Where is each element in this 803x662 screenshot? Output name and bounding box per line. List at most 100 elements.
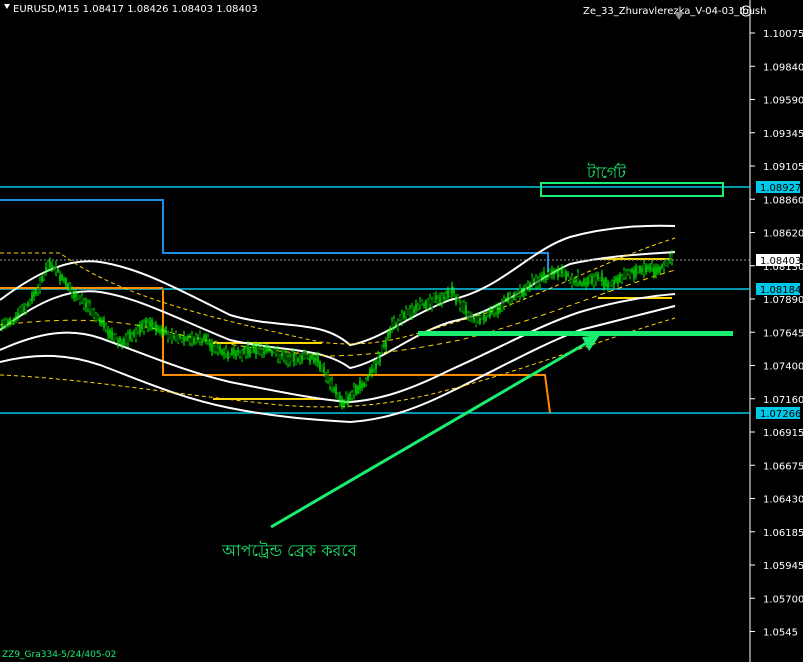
price-tick-label: 1.09105 — [763, 162, 803, 173]
candle-body — [271, 350, 273, 356]
candle-body — [265, 346, 267, 352]
candle-body — [515, 293, 517, 300]
candle-body — [451, 285, 453, 295]
price-tick-label: 1.07645 — [763, 328, 803, 339]
candle-body — [667, 259, 669, 266]
candle-body — [161, 327, 163, 335]
price-tick-label: 1.08860 — [763, 195, 803, 206]
candle-body — [97, 316, 99, 319]
candle-body — [537, 279, 539, 286]
candle-body — [27, 302, 29, 306]
candle-body — [653, 267, 655, 276]
candle-body — [233, 349, 235, 354]
candle-body — [599, 277, 601, 280]
candle-body — [235, 353, 237, 357]
candle-body — [551, 270, 553, 275]
candle-body — [527, 284, 529, 288]
candle-body — [421, 301, 423, 304]
candle-body — [439, 297, 441, 302]
candle-body — [129, 331, 131, 340]
candle-body — [559, 270, 561, 275]
candle-body — [93, 310, 95, 317]
candle-body — [173, 336, 175, 339]
candle-body — [343, 400, 345, 407]
candle-body — [423, 304, 425, 307]
candle-body — [259, 347, 261, 354]
candle-body — [267, 346, 269, 352]
candle-body — [365, 380, 367, 384]
candle-body — [539, 277, 541, 284]
candle-body — [25, 305, 27, 313]
candle-body — [605, 277, 607, 287]
candle-body — [243, 346, 245, 354]
candle-body — [505, 298, 507, 301]
candle-body — [43, 275, 45, 279]
candle-body — [33, 291, 35, 297]
candle-body — [543, 271, 545, 279]
candle-body — [149, 321, 151, 327]
candle-body — [413, 308, 415, 313]
candle-body — [401, 313, 403, 322]
candle-body — [105, 325, 107, 330]
candle-body — [607, 282, 609, 290]
candle-body — [367, 375, 369, 380]
candle-body — [187, 336, 189, 340]
candle-body — [531, 277, 533, 286]
candle-body — [535, 277, 537, 287]
candle-body — [155, 324, 157, 333]
candle-body — [457, 295, 459, 300]
symbol-label: EURUSD,M15 1.08417 1.08426 1.08403 1.084… — [13, 4, 258, 15]
price-chart[interactable]: 1.10075 1.09840 1.09590 1.09345 1.09105 1.088… — [0, 0, 803, 662]
candle-body — [45, 266, 47, 271]
candle-body — [31, 293, 33, 302]
candle-body — [101, 320, 103, 324]
candle-body — [475, 317, 477, 326]
candle-body — [61, 274, 63, 281]
candle-body — [389, 329, 391, 335]
candle-body — [511, 297, 513, 301]
candle-body — [163, 330, 165, 333]
price-tick-label: 1.06675 — [763, 461, 803, 472]
candle-body — [85, 302, 87, 308]
candle-body — [391, 321, 393, 329]
candle-body — [301, 355, 303, 361]
candle-body — [117, 339, 119, 345]
candle-body — [191, 334, 193, 343]
candle-body — [269, 347, 271, 351]
candle-body — [371, 368, 373, 373]
candle-body — [253, 343, 255, 353]
candle-body — [575, 280, 577, 283]
target-annotation: টার্গেট — [586, 163, 626, 182]
candle-body — [557, 268, 559, 278]
candle-body — [625, 271, 627, 277]
candle-body — [433, 293, 435, 302]
candle-body — [69, 284, 71, 291]
candle-body — [609, 282, 611, 286]
candle-body — [159, 328, 161, 333]
candle-body — [355, 385, 357, 395]
candle-body — [379, 355, 381, 363]
candle-body — [571, 276, 573, 286]
candle-body — [47, 262, 49, 269]
candle-body — [577, 273, 579, 283]
candle-body — [383, 343, 385, 347]
level-price-label: 1.07266 — [760, 409, 801, 420]
candle-body — [495, 308, 497, 312]
candle-body — [89, 304, 91, 311]
candle-body — [459, 303, 461, 308]
candle-body — [547, 273, 549, 276]
candle-body — [39, 281, 41, 290]
candle-body — [57, 268, 59, 272]
candle-body — [79, 297, 81, 303]
candle-body — [579, 281, 581, 285]
candle-body — [581, 283, 583, 286]
candle-body — [249, 349, 251, 356]
candle-body — [375, 363, 377, 370]
candle-body — [137, 327, 139, 332]
level-price-label: 1.08927 — [760, 183, 801, 194]
candle-body — [13, 319, 15, 323]
candle-body — [415, 304, 417, 310]
candle-body — [19, 307, 21, 314]
candle-body — [201, 340, 203, 344]
candle-body — [313, 357, 315, 363]
